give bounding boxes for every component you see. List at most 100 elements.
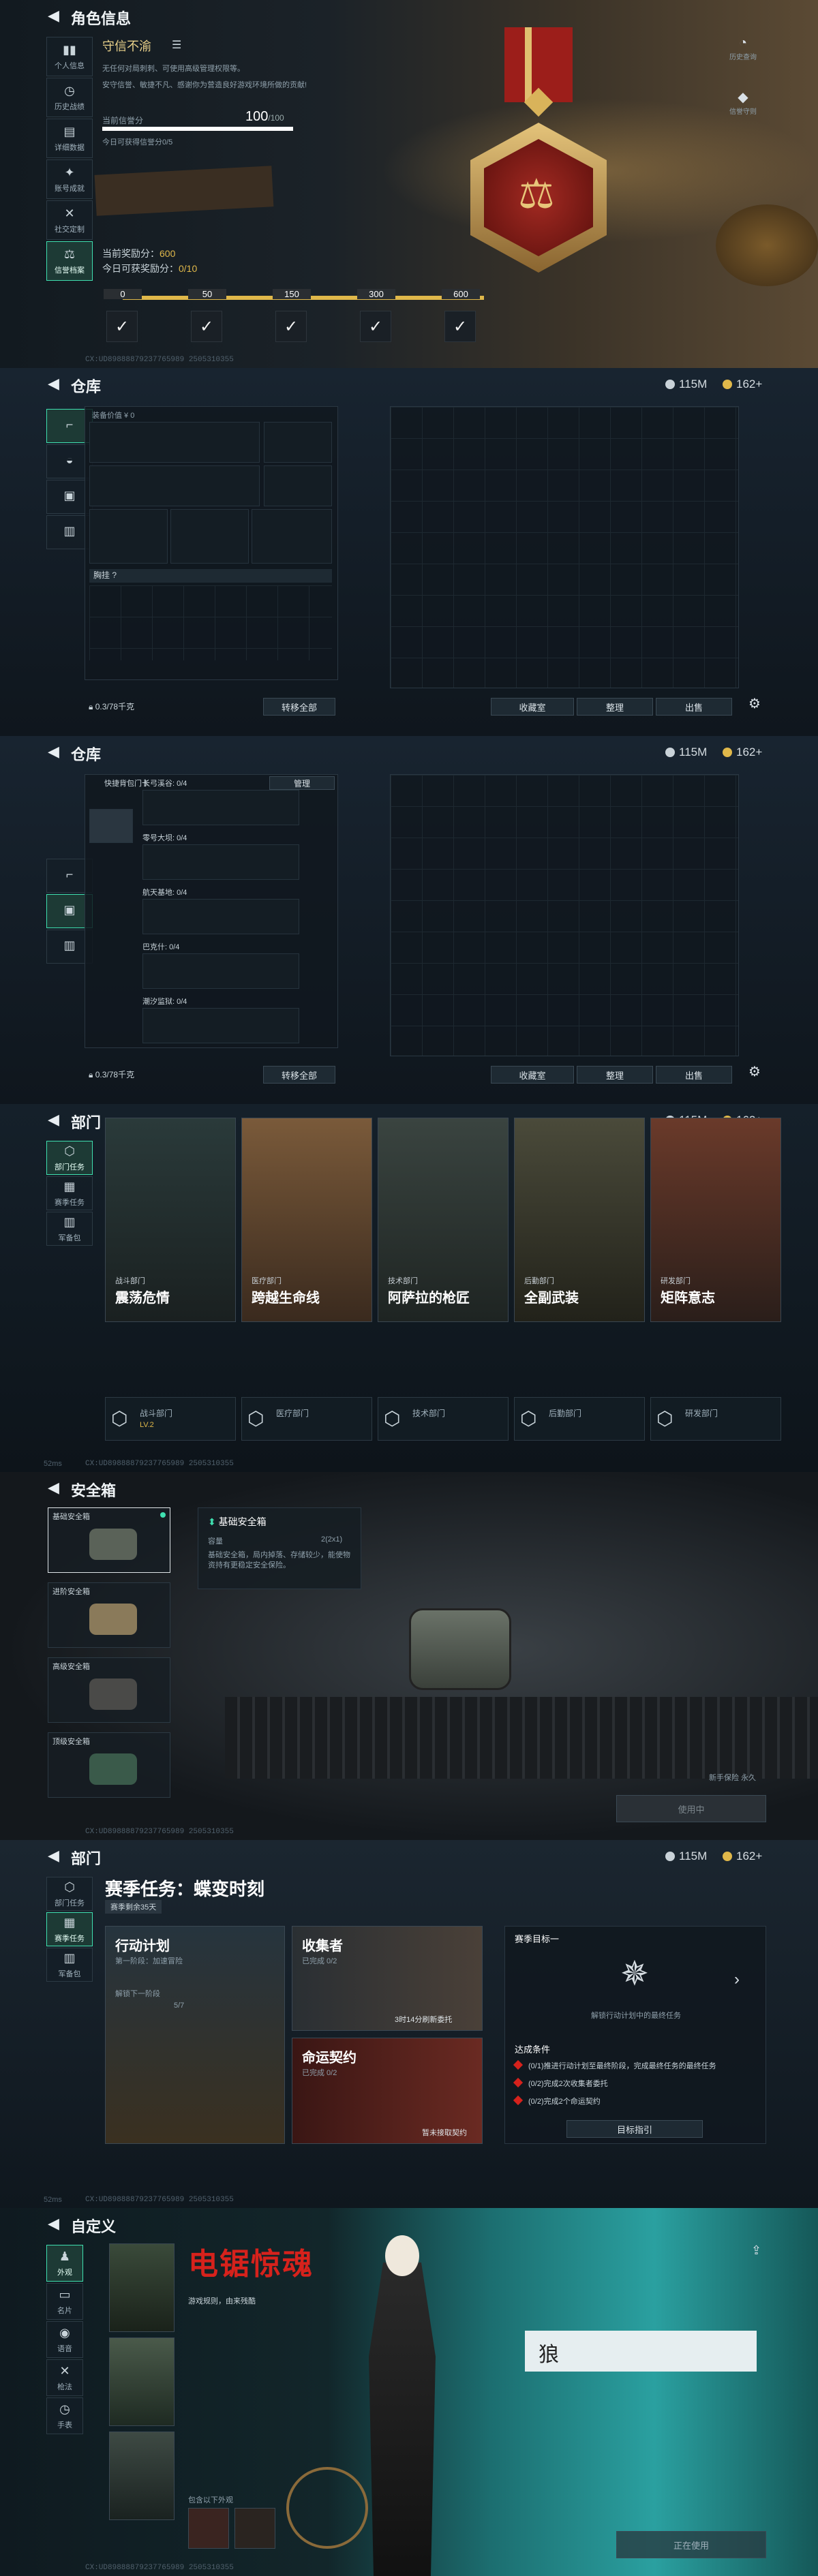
- list-icon[interactable]: ☰: [172, 38, 181, 52]
- dept-card[interactable]: 技术部门 阿萨拉的枪匠: [378, 1118, 509, 1322]
- helmet-slot[interactable]: [89, 509, 168, 564]
- skin-item-1[interactable]: [188, 2508, 229, 2549]
- lock-icon: 🔒︎: [89, 702, 93, 711]
- coin-display[interactable]: 162+: [723, 378, 762, 391]
- storage-grid[interactable]: [390, 774, 739, 1056]
- pistol-slot[interactable]: [264, 422, 332, 463]
- milestone-claim-button[interactable]: ✓: [444, 311, 476, 342]
- tab-gun[interactable]: ✕ 枪法: [46, 2359, 83, 2396]
- safe-detail-title: 基础安全箱: [218, 1516, 267, 1527]
- coin-display[interactable]: 162+: [723, 1850, 762, 1863]
- tab-card[interactable]: ▭ 名片: [46, 2283, 83, 2320]
- key-slot[interactable]: [142, 844, 299, 880]
- back-icon[interactable]: ◀: [48, 2215, 59, 2233]
- key-slot[interactable]: [142, 1008, 299, 1043]
- tools-icon: ✕: [64, 206, 75, 220]
- operator-portrait-2[interactable]: [109, 2337, 175, 2426]
- collection-button[interactable]: 收藏室: [491, 1066, 574, 1084]
- character-model: [369, 2263, 436, 2576]
- in-use-button[interactable]: 使用中: [616, 1795, 766, 1822]
- collection-button[interactable]: 收藏室: [491, 698, 574, 716]
- chevron-right-icon[interactable]: ›: [734, 1970, 740, 1989]
- sell-button[interactable]: 出售: [656, 1066, 732, 1084]
- sidebar-item-stats[interactable]: ▤ 详细数据: [46, 119, 93, 158]
- collector-card[interactable]: 收集者 已完成 0/2 3时14分刷新委托: [292, 1926, 483, 2031]
- goal-guide-button[interactable]: 目标指引: [566, 2120, 703, 2138]
- sort-button[interactable]: 整理: [577, 1066, 653, 1084]
- tab-watch[interactable]: ◷ 手表: [46, 2397, 83, 2434]
- sidebar-item-info[interactable]: ▮▮ 个人信息: [46, 37, 93, 76]
- dept-card-row: 战斗部门 震荡危情 ⬡ 战斗部门 LV.2 医疗部门 跨越生命线 ⬡ 医疗部门 技术部门 阿萨拉的枪…: [105, 1104, 787, 1472]
- tab-dept-tasks[interactable]: ⬡ 部门任务: [46, 1141, 93, 1175]
- sort-button[interactable]: 整理: [577, 698, 653, 716]
- milestone-claim-button[interactable]: ✓: [191, 311, 222, 342]
- back-icon[interactable]: ◀: [48, 1111, 59, 1129]
- dept-card[interactable]: 医疗部门 跨越生命线: [241, 1118, 372, 1322]
- page-title: 角色信息: [71, 10, 132, 27]
- transfer-all-button[interactable]: 转移全部: [263, 698, 335, 716]
- in-use-button[interactable]: 正在使用: [616, 2531, 766, 2558]
- eagle-emblem-icon: ✵: [620, 1954, 649, 1993]
- safe-box-item[interactable]: 进阶安全箱: [48, 1582, 170, 1648]
- manage-button[interactable]: 管理: [269, 776, 335, 790]
- back-icon[interactable]: ◀: [48, 7, 59, 25]
- action-plan-title: 行动计划: [115, 1939, 170, 1954]
- safe-box-item[interactable]: 顶级安全箱: [48, 1732, 170, 1798]
- dept-level-tab[interactable]: ⬡ 战斗部门 LV.2: [105, 1397, 236, 1441]
- dept-card[interactable]: 后勤部门 全副武装: [514, 1118, 645, 1322]
- operator-portrait-3[interactable]: [109, 2432, 175, 2520]
- key-slot[interactable]: [142, 790, 299, 825]
- tab-armory-pack[interactable]: ▥ 军备包: [46, 1948, 93, 1982]
- sidebar-item-achievements[interactable]: ✦ 账号成就: [46, 159, 93, 199]
- dept-name: 震荡危情: [115, 1291, 170, 1306]
- transfer-all-button[interactable]: 转移全部: [263, 1066, 335, 1084]
- key-slot[interactable]: [142, 953, 299, 989]
- credit-rules-button[interactable]: ◆ 信誉守则: [723, 89, 763, 116]
- dept-level-tab[interactable]: ⬡ 研发部门: [650, 1397, 781, 1441]
- melee-slot[interactable]: [264, 465, 332, 506]
- back-icon[interactable]: ◀: [48, 375, 59, 393]
- operator-portrait-1[interactable]: [109, 2243, 175, 2332]
- dept-card[interactable]: 研发部门 矩阵意志: [650, 1118, 781, 1322]
- sell-button[interactable]: 出售: [656, 698, 732, 716]
- collector-title: 收集者: [302, 1939, 343, 1954]
- tab-season-tasks[interactable]: ▦ 赛季任务: [46, 1912, 93, 1946]
- tab-appearance[interactable]: ♟ 外观: [46, 2245, 83, 2282]
- backpack-slot[interactable]: [252, 509, 332, 564]
- milestone-claim-button[interactable]: ✓: [275, 311, 307, 342]
- dept-level-tab[interactable]: ⬡ 后勤部门: [514, 1397, 645, 1441]
- tab-armory-pack[interactable]: ▥ 军备包: [46, 1212, 93, 1246]
- safe-box-item[interactable]: 高级安全箱: [48, 1657, 170, 1723]
- chest-rig-grid[interactable]: [89, 585, 332, 660]
- key-slot[interactable]: [142, 899, 299, 934]
- settings-icon[interactable]: ⚙: [748, 1063, 761, 1080]
- storage-grid[interactable]: [390, 406, 739, 688]
- sidebar-item-social[interactable]: ✕ 社交定制: [46, 200, 93, 240]
- back-icon[interactable]: ◀: [48, 1847, 59, 1865]
- sidebar-item-history[interactable]: ◷ 历史战绩: [46, 78, 93, 117]
- coin-display[interactable]: 162+: [723, 746, 762, 759]
- help-icon[interactable]: ?: [112, 570, 117, 580]
- keycard-item[interactable]: [89, 809, 133, 843]
- history-query-button[interactable]: ◔ 历史查询: [723, 35, 763, 61]
- settings-icon[interactable]: ⚙: [748, 695, 761, 712]
- milestone-claim-button[interactable]: ✓: [106, 311, 138, 342]
- sidebar-item-credit[interactable]: ⚖ 信誉档案: [46, 241, 93, 281]
- tab-season-tasks[interactable]: ▦ 赛季任务: [46, 1176, 93, 1210]
- skin-item-2[interactable]: [234, 2508, 275, 2549]
- secondary-weapon-slot[interactable]: [89, 465, 260, 506]
- milestone-claim-button[interactable]: ✓: [360, 311, 391, 342]
- tab-dept-tasks[interactable]: ⬡ 部门任务: [46, 1877, 93, 1911]
- dept-level-tab[interactable]: ⬡ 技术部门: [378, 1397, 509, 1441]
- back-icon[interactable]: ◀: [48, 1479, 59, 1497]
- tab-voice[interactable]: ◉ 语音: [46, 2321, 83, 2358]
- armor-slot[interactable]: [170, 509, 249, 564]
- safe-box-item[interactable]: 基础安全箱: [48, 1507, 170, 1573]
- dept-level-tab[interactable]: ⬡ 医疗部门: [241, 1397, 372, 1441]
- contract-card[interactable]: 命运契约 已完成 0/2 暂未接取契约: [292, 2038, 483, 2144]
- primary-weapon-slot[interactable]: [89, 422, 260, 463]
- action-plan-card[interactable]: 行动计划 第一阶段：加速冒险 解锁下一阶段 5/7: [105, 1926, 285, 2144]
- dept-card[interactable]: 战斗部门 震荡危情: [105, 1118, 236, 1322]
- share-icon[interactable]: ⇪: [751, 2243, 761, 2258]
- back-icon[interactable]: ◀: [48, 743, 59, 761]
